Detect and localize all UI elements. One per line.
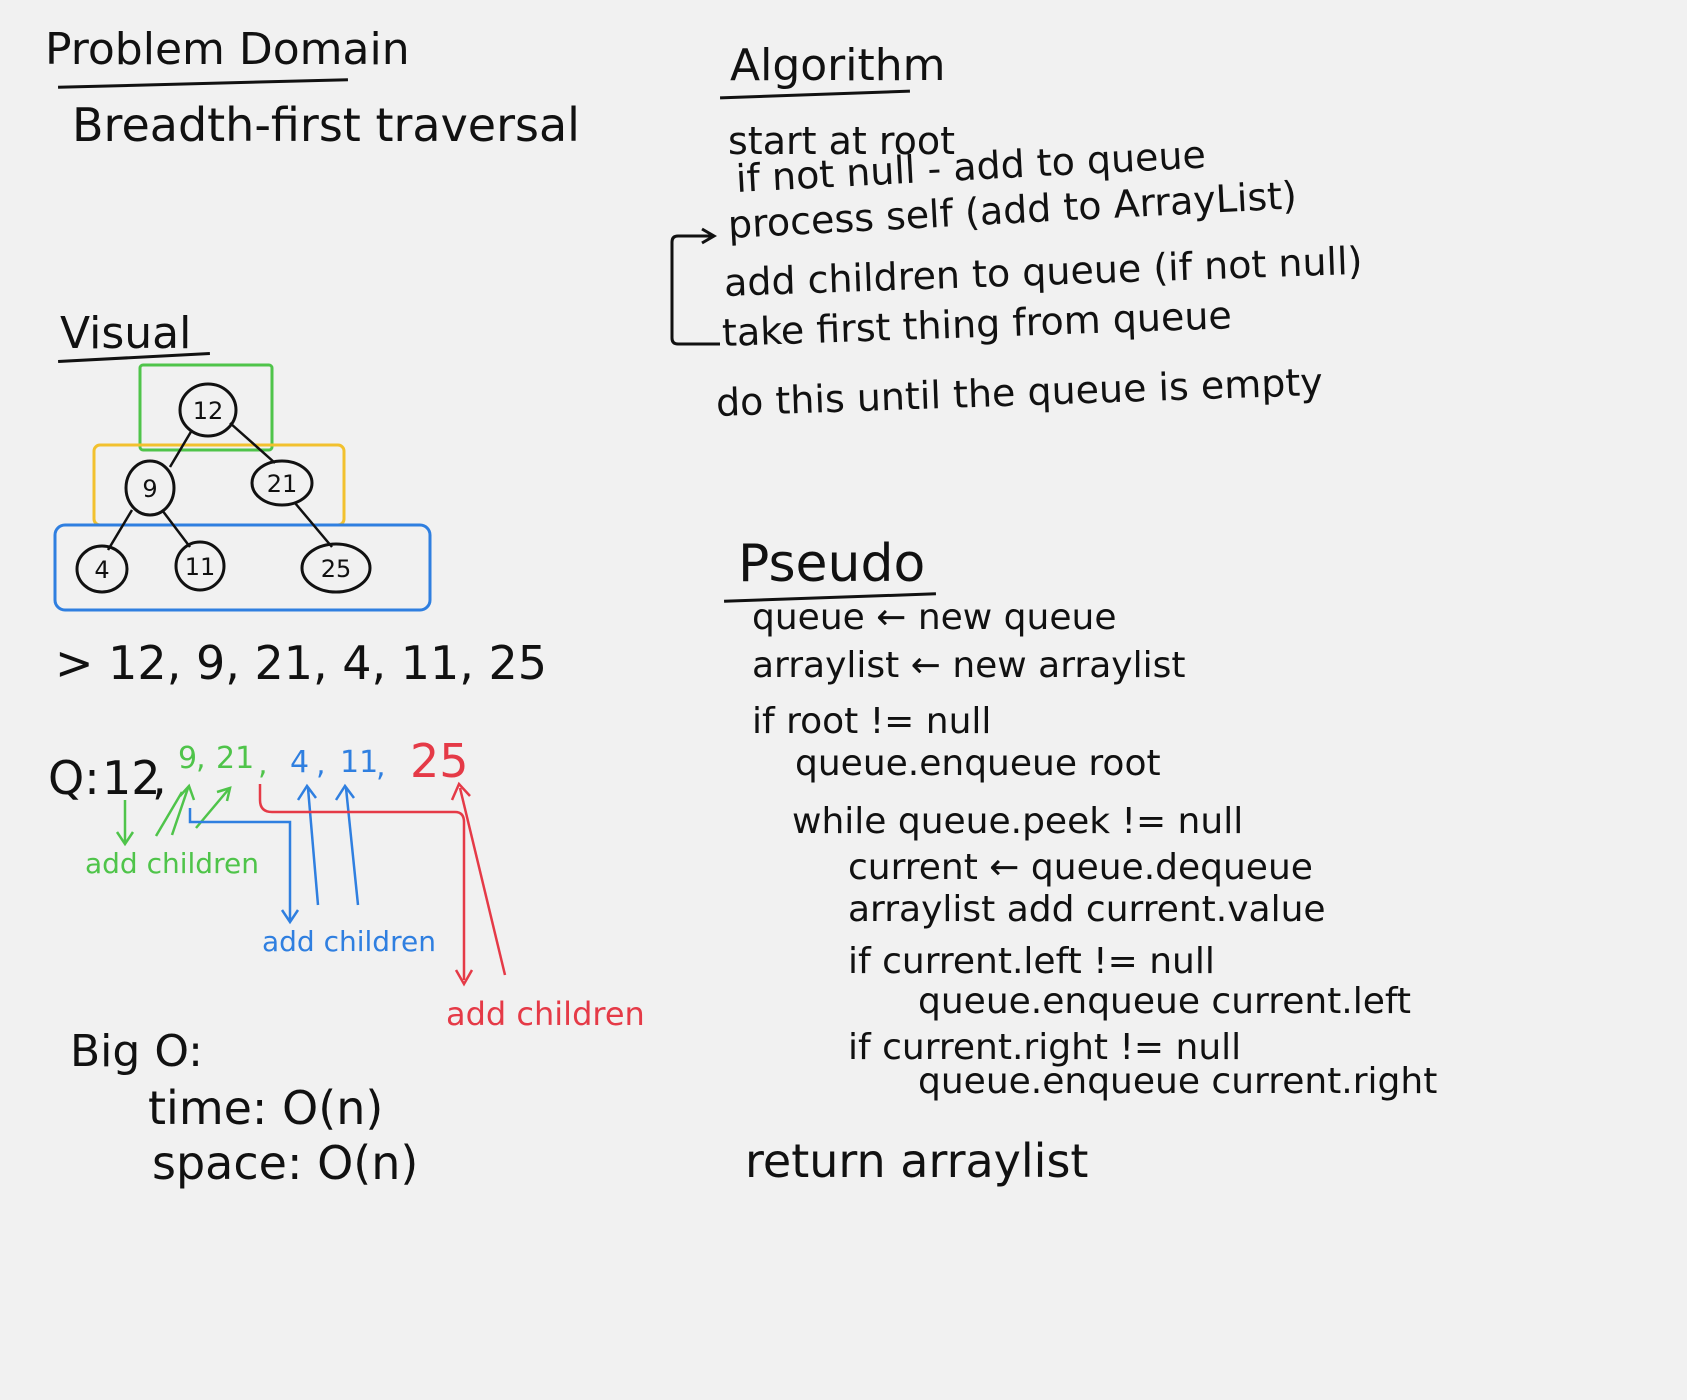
tree-node: 21 [250,459,314,507]
tree-node: 11 [174,540,226,592]
tree-node-label: 4 [94,556,109,584]
pseudo-line: queue ← new queue [752,597,1117,638]
pseudo-return-line: return arraylist [745,1134,1089,1188]
tree-node-label: 9 [142,475,157,503]
problem-domain-underline [58,78,348,89]
tree-node: 12 [178,382,238,438]
tree-node-label: 12 [193,397,224,425]
tree-node: 9 [124,459,176,517]
whiteboard: Problem Domain Breadth-first traversal A… [0,0,1687,1400]
loop-bracket [670,227,720,346]
problem-domain-text: Breadth-first traversal [72,98,580,152]
tree-node-label: 21 [267,470,298,498]
algorithm-line: add children to queue (if not null) [723,238,1364,305]
pseudo-line: while queue.peek != null [792,801,1244,842]
pseudo-line: arraylist ← new arraylist [752,645,1186,686]
green-arrows [115,783,232,847]
tree-diagram: 12 9 21 4 11 25 [53,363,432,612]
pseudo-line: current ← queue.dequeue [848,847,1313,888]
level-box-third [53,523,432,612]
algorithm-heading: Algorithm [730,40,946,91]
tree-node-label: 11 [185,553,216,581]
tree-edge [229,422,276,464]
queue-arrows [115,781,507,987]
pseudo-line: queue.enqueue root [795,743,1161,784]
traversal-output: > 12, 9, 21, 4, 11, 25 [55,636,548,690]
big-o-space: space: O(n) [152,1136,419,1190]
algorithm-underline [720,89,910,100]
algorithm-line: do this until the queue is empty [715,359,1324,425]
pseudo-heading: Pseudo [738,534,926,594]
problem-domain-heading: Problem Domain [45,24,410,75]
tree-edge [106,509,134,551]
visual-heading: Visual [60,308,192,359]
tree-edge [161,509,191,548]
tree-node-label: 25 [321,555,352,583]
tree-node: 4 [75,544,129,594]
annotation-add-children: add children [262,925,436,958]
pseudo-line: queue.enqueue current.right [918,1061,1438,1102]
pseudo-line: arraylist add current.value [848,889,1326,930]
queue-label: Q: [48,751,100,805]
pseudo-line: if current.left != null [848,941,1215,982]
pseudo-line: queue.enqueue current.left [918,981,1412,1022]
annotation-add-children: add children [85,847,259,880]
big-o-time: time: O(n) [148,1081,384,1135]
pseudo-line: if root != null [752,701,992,742]
big-o-heading: Big O: [70,1026,204,1077]
algorithm-line: take first thing from queue [721,293,1233,355]
tree-node: 25 [300,542,372,594]
annotation-add-children: add children [446,995,645,1033]
